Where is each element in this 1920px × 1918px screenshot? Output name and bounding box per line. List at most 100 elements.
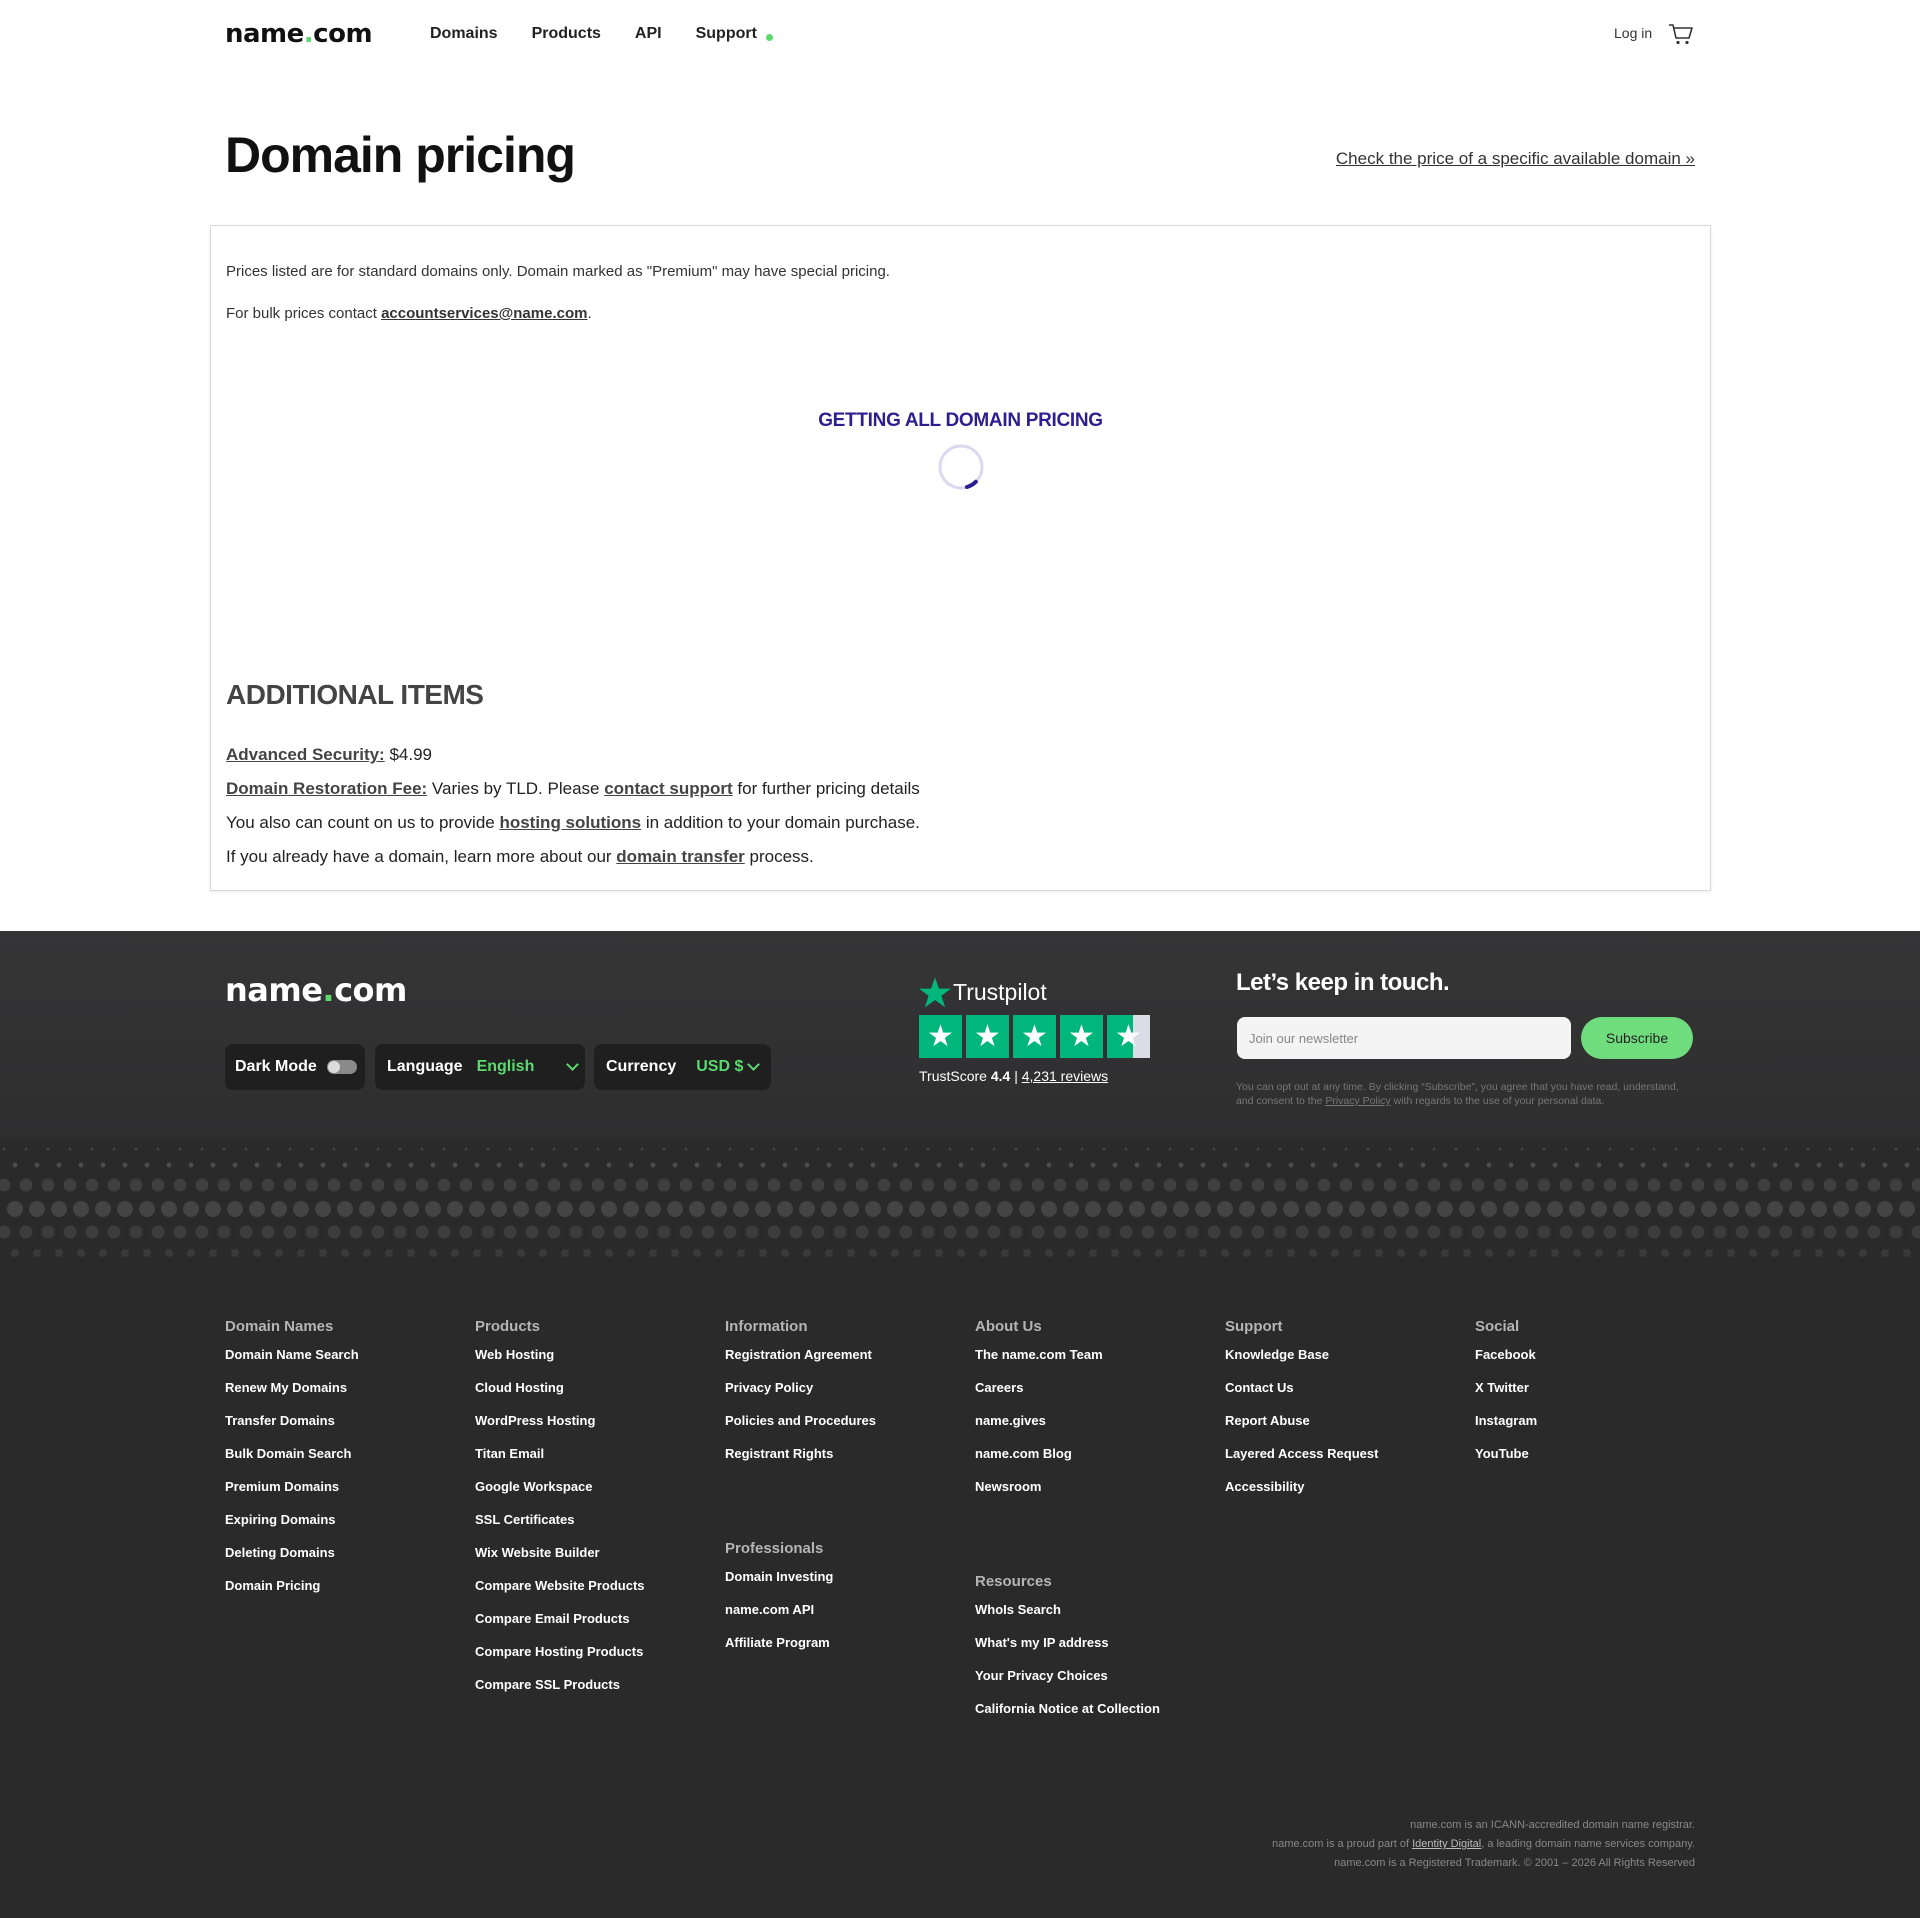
footer-link[interactable]: What's my IP address [975,1635,1160,1668]
site-logo[interactable]: name.com [225,19,373,49]
decorative-dot [645,1201,661,1217]
footer-link[interactable]: Premium Domains [225,1479,359,1512]
footer-link[interactable]: Report Abuse [1225,1413,1378,1446]
decorative-dot [716,1162,722,1168]
footer-link[interactable]: Registrant Rights [725,1446,876,1479]
footer-link[interactable]: WhoIs Search [975,1602,1160,1635]
decorative-dot [1691,1225,1705,1239]
footer-link[interactable]: Titan Email [475,1446,645,1479]
decorative-dot [1295,1225,1309,1239]
footer-link-youtube[interactable]: YouTube [1475,1446,1537,1479]
decorative-dot [63,1178,77,1192]
footer-link[interactable]: Careers [975,1380,1103,1413]
dark-mode-toggle[interactable]: Dark Mode [225,1044,365,1090]
footer-link[interactable]: Transfer Domains [225,1413,359,1446]
trustpilot-reviews-link[interactable]: 4,231 reviews [1022,1068,1108,1084]
language-select[interactable]: Language English [375,1044,585,1090]
account-services-email-link[interactable]: accountservices@name.com [381,305,587,322]
footer-link[interactable]: Wix Website Builder [475,1545,645,1578]
decorative-dot [24,1147,28,1151]
decorative-dot [970,1147,974,1151]
footer-link[interactable]: California Notice at Collection [975,1701,1160,1734]
decorative-dot [811,1178,825,1192]
decorative-dot [948,1147,952,1151]
decorative-dot-pattern [0,1147,1920,1257]
trustpilot-logo[interactable]: Trustpilot [919,976,1047,1008]
decorative-dot [381,1201,397,1217]
decorative-dot [1234,1147,1238,1151]
decorative-dot [701,1225,715,1239]
nav-support[interactable]: Support [696,25,773,43]
check-price-link[interactable]: Check the price of a specific available … [1336,149,1695,169]
footer-link[interactable]: Your Privacy Choices [975,1668,1160,1701]
nav-products[interactable]: Products [532,25,601,43]
restoration-fee-line: Domain Restoration Fee: Varies by TLD. P… [226,779,920,799]
footer-link[interactable]: Affiliate Program [725,1635,833,1668]
subscribe-button[interactable]: Subscribe [1581,1017,1693,1059]
decorative-dot [1845,1225,1859,1239]
footer-link[interactable]: Accessibility [1225,1479,1378,1512]
decorative-dot [34,1162,40,1168]
footer-link[interactable]: Compare Website Products [475,1578,645,1611]
decorative-dot [415,1178,429,1192]
decorative-dot [865,1201,881,1217]
footer-link[interactable]: name.com API [725,1602,833,1635]
newsletter-email-input[interactable] [1237,1017,1571,1059]
footer-link[interactable]: Compare Email Products [475,1611,645,1644]
decorative-dot [1762,1147,1766,1151]
footer-link[interactable]: Contact Us [1225,1380,1378,1413]
footer-link[interactable]: Domain Name Search [225,1347,359,1380]
privacy-policy-link[interactable]: Privacy Policy [1325,1095,1390,1107]
contact-support-link[interactable]: contact support [604,779,732,798]
decorative-dot [826,1162,832,1168]
footer-link[interactable]: Compare SSL Products [475,1677,645,1710]
footer-link[interactable]: Expiring Domains [225,1512,359,1545]
footer-link[interactable]: Privacy Policy [725,1380,876,1413]
footer-link[interactable]: Deleting Domains [225,1545,359,1578]
nav-api[interactable]: API [635,25,662,43]
currency-select[interactable]: Currency USD $ [594,1044,771,1090]
decorative-dot [847,1249,855,1257]
footer-link[interactable]: WordPress Hosting [475,1413,645,1446]
hosting-solutions-link[interactable]: hosting solutions [499,813,641,832]
footer-link[interactable]: Bulk Domain Search [225,1446,359,1479]
footer-link[interactable]: The name.com Team [975,1347,1103,1380]
decorative-dot [1053,1178,1067,1192]
footer-link[interactable]: Domain Investing [725,1569,833,1602]
footer-link[interactable]: Compare Hosting Products [475,1644,645,1677]
footer-link[interactable]: Layered Access Request [1225,1446,1378,1479]
footer-link[interactable]: Domain Pricing [225,1578,359,1611]
decorative-dot [1784,1147,1788,1151]
identity-digital-link[interactable]: Identity Digital [1412,1838,1481,1850]
decorative-dot [1881,1249,1889,1257]
footer-link[interactable]: Registration Agreement [725,1347,876,1380]
login-link[interactable]: Log in [1614,25,1652,41]
dark-mode-switch[interactable] [326,1060,357,1074]
footer-link-facebook[interactable]: Facebook [1475,1347,1537,1380]
footer-link[interactable]: Policies and Procedures [725,1413,876,1446]
footer-link[interactable]: name.gives [975,1413,1103,1446]
footer-link[interactable]: SSL Certificates [475,1512,645,1545]
nav-domains[interactable]: Domains [430,25,498,43]
decorative-dot [1815,1249,1823,1257]
advanced-security-link[interactable]: Advanced Security: [226,745,385,764]
footer-link[interactable]: Knowledge Base [1225,1347,1378,1380]
footer-link[interactable]: Google Workspace [475,1479,645,1512]
footer-link-x-twitter[interactable]: X Twitter [1475,1380,1537,1413]
cart-icon[interactable] [1668,22,1694,46]
decorative-dot [750,1147,754,1151]
decorative-dot [1397,1249,1405,1257]
footer-link[interactable]: Web Hosting [475,1347,645,1380]
restoration-fee-link[interactable]: Domain Restoration Fee: [226,779,427,798]
decorative-dot [178,1147,182,1151]
domain-transfer-link[interactable]: domain transfer [616,847,744,866]
footer-link[interactable]: Newsroom [975,1479,1103,1512]
decorative-dot [1657,1201,1673,1217]
footer-link-instagram[interactable]: Instagram [1475,1413,1537,1446]
footer-link[interactable]: Cloud Hosting [475,1380,645,1413]
footer-logo[interactable]: name.com [225,971,407,1009]
footer-col-professionals: Professionals Domain Investing name.com … [725,1540,833,1668]
footer-link[interactable]: Renew My Domains [225,1380,359,1413]
decorative-dot [693,1249,701,1257]
footer-link[interactable]: name.com Blog [975,1446,1103,1479]
